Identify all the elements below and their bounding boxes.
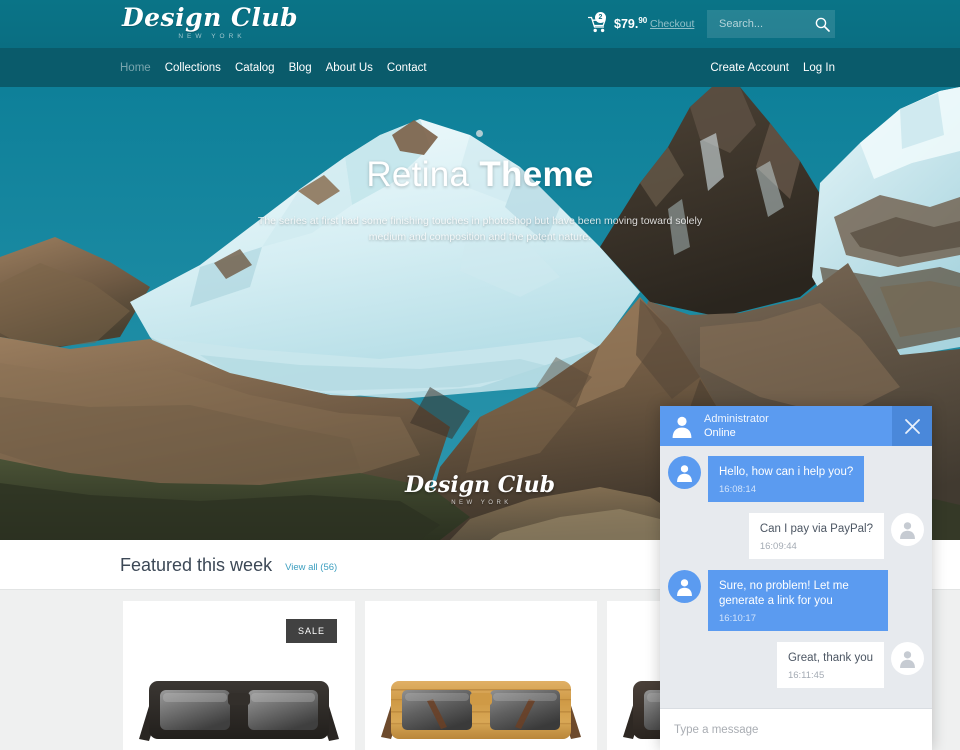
product-image-sunglasses-black bbox=[139, 681, 339, 741]
nav-item-catalog[interactable]: Catalog bbox=[235, 62, 275, 74]
hero-title-bold: Theme bbox=[479, 155, 594, 194]
product-card[interactable] bbox=[365, 601, 597, 750]
cart-summary[interactable]: 2 $79.90 bbox=[587, 12, 647, 35]
chat-message-input[interactable]: Type a message bbox=[660, 724, 758, 736]
site-top-bar: Design Club NEW YORK 2 $79.90 Checkout S… bbox=[0, 0, 960, 48]
nav-item-home[interactable]: Home bbox=[120, 62, 151, 74]
cart-price-cents: 90 bbox=[638, 16, 648, 26]
primary-nav: Home Collections Catalog Blog About Us C… bbox=[120, 48, 427, 87]
chat-message-text: Sure, no problem! Let me generate a link… bbox=[719, 580, 849, 607]
live-chat-widget: Administrator Online Hello, how can i he… bbox=[660, 406, 932, 750]
chat-message-text: Great, thank you bbox=[787, 652, 873, 664]
cart-item-count-badge: 2 bbox=[595, 12, 606, 23]
chat-message-time: 16:09:44 bbox=[759, 541, 797, 552]
user-avatar-icon bbox=[677, 465, 692, 482]
chat-message-time: 16:10:17 bbox=[719, 613, 756, 624]
chat-bubble-user: Great, thank you 16:11:45 bbox=[776, 642, 884, 688]
chat-message-list[interactable]: Hello, how can i help you? 16:08:14 Can … bbox=[660, 446, 932, 708]
chat-bubble-user: Can I pay via PayPal? 16:09:44 bbox=[748, 513, 884, 559]
chat-message-avatar-user bbox=[891, 513, 924, 546]
shopping-cart-icon[interactable]: 2 bbox=[587, 12, 607, 33]
product-image-sunglasses-wood bbox=[381, 681, 581, 739]
hero-text-block: Retina Theme The series at first had som… bbox=[0, 87, 960, 245]
nav-item-blog[interactable]: Blog bbox=[289, 62, 312, 74]
site-logo[interactable]: Design Club NEW YORK bbox=[120, 3, 300, 41]
checkout-link[interactable]: Checkout bbox=[650, 18, 694, 30]
chat-agent-info: Administrator Online bbox=[704, 406, 892, 446]
cart-total-price: $79.90 bbox=[614, 16, 647, 31]
featured-header-inner: Featured this week View all (56) bbox=[120, 540, 337, 590]
user-avatar-icon bbox=[677, 579, 692, 596]
close-icon bbox=[904, 418, 920, 434]
create-account-link[interactable]: Create Account bbox=[710, 62, 789, 74]
search-icon[interactable] bbox=[809, 10, 835, 38]
chat-message: Hello, how can i help you? 16:08:14 bbox=[668, 456, 924, 502]
log-in-link[interactable]: Log In bbox=[803, 62, 835, 74]
chat-message-avatar-user bbox=[891, 642, 924, 675]
product-card[interactable]: SALE bbox=[123, 601, 355, 750]
chat-agent-name: Administrator bbox=[704, 413, 769, 425]
search-box[interactable]: Search... bbox=[707, 10, 835, 38]
hero-title-light: Retina bbox=[366, 155, 480, 194]
chat-message-time: 16:11:45 bbox=[787, 670, 825, 681]
chat-bubble-agent: Sure, no problem! Let me generate a link… bbox=[708, 570, 888, 631]
chat-agent-avatar bbox=[660, 406, 704, 446]
nav-item-collections[interactable]: Collections bbox=[165, 62, 221, 74]
cart-price-main: $79. bbox=[614, 17, 639, 32]
sale-badge: SALE bbox=[285, 619, 337, 643]
chat-message-text: Can I pay via PayPal? bbox=[759, 523, 873, 535]
chat-message-avatar-agent bbox=[668, 570, 701, 603]
nav-item-about-us[interactable]: About Us bbox=[326, 62, 373, 74]
user-avatar-icon bbox=[672, 416, 692, 438]
chat-agent-status: Online bbox=[704, 427, 736, 439]
chat-message-text: Hello, how can i help you? bbox=[719, 466, 854, 478]
chat-message-time: 16:08:14 bbox=[719, 484, 756, 495]
view-all-link[interactable]: View all (56) bbox=[285, 557, 337, 573]
chat-message: Can I pay via PayPal? 16:09:44 bbox=[668, 513, 924, 559]
chat-close-button[interactable] bbox=[892, 406, 932, 446]
user-avatar-icon bbox=[900, 651, 915, 668]
chat-message: Great, thank you 16:11:45 bbox=[668, 642, 924, 688]
brand-name: Design Club bbox=[121, 3, 299, 32]
account-nav: Create Account Log In bbox=[710, 48, 835, 87]
chat-message: Sure, no problem! Let me generate a link… bbox=[668, 570, 924, 631]
chat-input-area[interactable]: Type a message bbox=[660, 708, 932, 750]
hero-title: Retina Theme bbox=[0, 155, 960, 195]
chat-bubble-agent: Hello, how can i help you? 16:08:14 bbox=[708, 456, 865, 502]
chat-header: Administrator Online bbox=[660, 406, 932, 446]
featured-title: Featured this week bbox=[120, 554, 273, 575]
user-avatar-icon bbox=[900, 522, 915, 539]
brand-subtitle: NEW YORK bbox=[178, 33, 246, 40]
search-input[interactable]: Search... bbox=[707, 18, 809, 30]
main-navigation-bar: Home Collections Catalog Blog About Us C… bbox=[0, 48, 960, 87]
nav-item-contact[interactable]: Contact bbox=[387, 62, 427, 74]
chat-message-avatar-agent bbox=[668, 456, 701, 489]
hero-subtitle: The series at first had some finishing t… bbox=[257, 215, 703, 243]
